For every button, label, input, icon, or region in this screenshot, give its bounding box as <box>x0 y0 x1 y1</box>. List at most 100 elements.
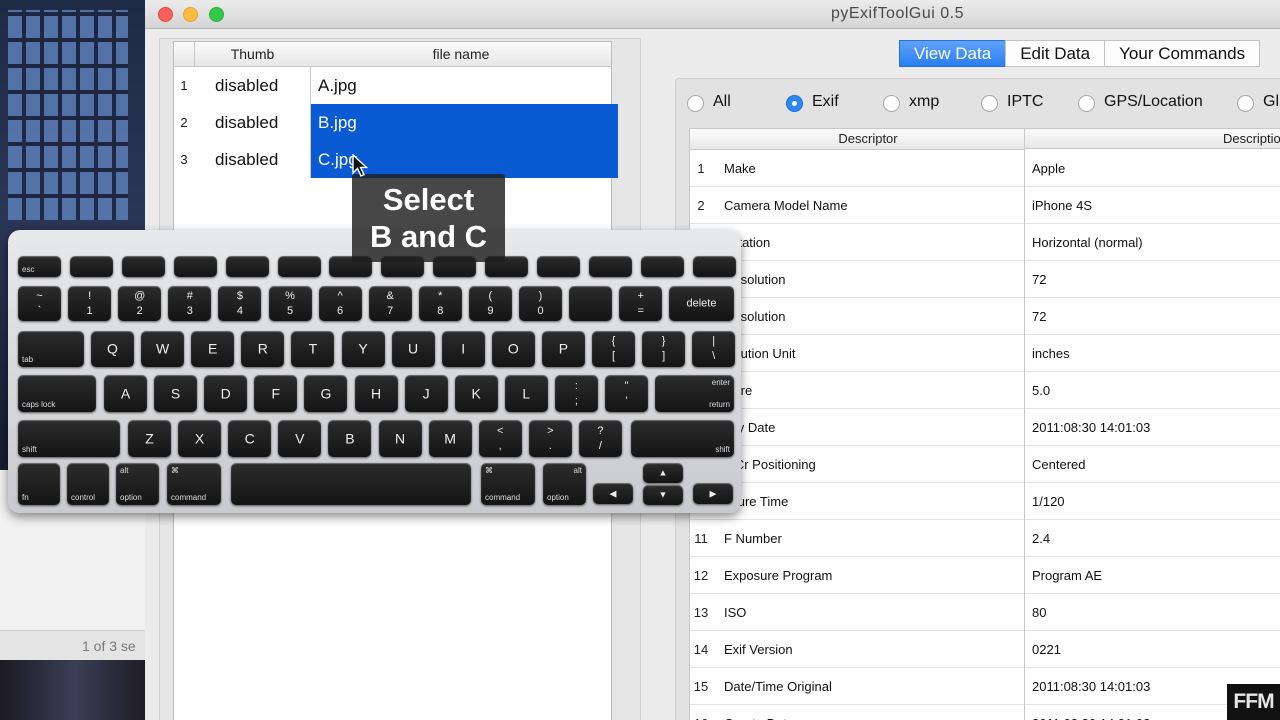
metadata-descriptor-cell: Resolution <box>724 298 1025 335</box>
metadata-row[interactable]: 14 Exif Version 0221 <box>690 631 1280 668</box>
function-key <box>121 256 165 277</box>
metadata-row[interactable]: b Cr Positioning Centered <box>690 446 1280 483</box>
metadata-row[interactable]: Resolution 72 <box>690 261 1280 298</box>
metadata-row[interactable]: 15 Date/Time Original 2011:08:30 14:01:03 <box>690 668 1280 705</box>
key-legend: B <box>345 430 355 446</box>
key-legend: J <box>422 385 430 401</box>
tab-edit-data[interactable]: Edit Data <box>1005 40 1106 67</box>
filename-column-header[interactable]: file name <box>311 42 611 67</box>
right-command-key: ⌘ command <box>481 463 535 505</box>
metadata-row[interactable]: Resolution 72 <box>690 298 1280 335</box>
file-name-cell[interactable]: A.jpg <box>311 67 618 104</box>
metadata-row-number: 12 <box>693 568 709 583</box>
metadata-row[interactable]: osure Time 1/120 <box>690 483 1280 520</box>
file-row-number: 1 <box>180 78 188 93</box>
key-legend: return <box>709 400 730 409</box>
letter-key: B <box>328 420 372 457</box>
key-legend: M <box>444 430 456 446</box>
key-legend: I <box>461 340 466 357</box>
metadata-row[interactable]: ware 5.0 <box>690 372 1280 409</box>
metadata-descriptor-cell: entation <box>724 224 1025 261</box>
metadata-table[interactable]: Descriptor Description 1 Make Apple 2 Camera… <box>689 128 1280 720</box>
key-legend: ' <box>625 394 628 407</box>
letter-key: U <box>391 331 435 367</box>
metadata-descriptor-cell: osure Time <box>724 483 1025 520</box>
left-option-key: alt option <box>116 463 159 505</box>
metadata-row-number: 15 <box>693 679 709 694</box>
metadata-row[interactable]: 1 Make Apple <box>690 150 1280 187</box>
metadata-descriptor-cell: ware <box>724 372 1025 409</box>
letter-key: H <box>354 375 398 412</box>
key-shift-legend: ? <box>597 424 604 437</box>
letter-key: X <box>178 420 222 457</box>
key-legend: delete <box>686 297 717 309</box>
tab-bar: View Data Edit Data Your Commands <box>899 40 1261 67</box>
number-key: % 5 <box>268 286 312 321</box>
function-key <box>588 256 632 277</box>
left-command-key: ⌘ command <box>167 463 221 505</box>
key-legend: F <box>271 385 281 401</box>
letter-key: :; <box>554 375 598 412</box>
metadata-row[interactable]: solution Unit inches <box>690 335 1280 372</box>
key-legend: control <box>71 493 96 502</box>
descriptor-column-header[interactable]: Descriptor <box>712 129 1025 150</box>
file-row[interactable]: 3 disabled C.jpg <box>174 141 618 178</box>
key-legend: 8 <box>437 304 444 317</box>
key-shift-legend: @ <box>134 289 146 302</box>
letter-key: K <box>454 375 498 412</box>
watermark-logo: FFM <box>1227 684 1280 720</box>
metadata-row[interactable]: 16Create Date2011:08:30 14:01:03 <box>690 705 1280 720</box>
metadata-row[interactable]: entation Horizontal (normal) <box>690 224 1280 261</box>
metadata-value-cell: 2011:08:30 14:01:03 <box>1032 420 1151 435</box>
function-key <box>225 256 269 277</box>
key-legend: ; <box>574 394 578 407</box>
metadata-row-number: 16 <box>690 705 712 720</box>
metadata-value-cell: Centered <box>1032 457 1086 472</box>
letter-key: >. <box>528 420 572 457</box>
finder-status-text: 1 of 3 se <box>0 630 150 660</box>
key-legend: 4 <box>236 304 243 317</box>
right-arrow-key: ▶ <box>693 483 733 504</box>
letter-key: J <box>404 375 448 412</box>
letter-key: I <box>441 331 485 367</box>
metadata-row[interactable]: 12 Exposure Program Program AE <box>690 557 1280 594</box>
letter-key: L <box>504 375 548 412</box>
file-row[interactable]: 2 disabled B.jpg <box>174 104 618 141</box>
tab-your-commands[interactable]: Your Commands <box>1104 40 1261 67</box>
key-legend: W <box>155 340 170 357</box>
left-arrow-key: ◀ <box>593 483 633 504</box>
metadata-row[interactable]: 11 F Number 2.4 <box>690 520 1280 557</box>
key-legend: P <box>558 340 569 357</box>
tab-view-data[interactable]: View Data <box>899 40 1007 67</box>
metadata-row-number: 1 <box>697 161 705 176</box>
metadata-descriptor-cell: b Cr Positioning <box>724 446 1025 483</box>
metadata-row[interactable]: 2 Camera Model Name iPhone 4S <box>690 187 1280 224</box>
metadata-descriptor-cell: Exif Version <box>724 631 1025 668</box>
letter-key: T <box>291 331 335 367</box>
key-legend: R <box>257 340 268 357</box>
metadata-row[interactable]: dify Date 2011:08:30 14:01:03 <box>690 409 1280 446</box>
key-legend: , <box>498 439 502 452</box>
key-shift-legend: < <box>496 424 504 437</box>
key-legend: O <box>507 340 519 357</box>
key-legend: ▶ <box>709 488 717 498</box>
number-key: ) 0 <box>519 286 562 321</box>
key-legend: ▲ <box>658 467 668 478</box>
description-column-header[interactable]: Description <box>1025 129 1280 149</box>
metadata-row-number: 14 <box>693 642 709 657</box>
thumb-column-header[interactable]: Thumb <box>194 42 312 67</box>
metadata-row[interactable]: 13 ISO 80 <box>690 594 1280 631</box>
letter-key: A <box>104 375 147 412</box>
metadata-descriptor-cell: Resolution <box>724 261 1025 298</box>
file-row[interactable]: 1 disabled A.jpg <box>174 67 611 104</box>
key-legend: K <box>471 385 481 401</box>
number-key: * 8 <box>418 286 462 321</box>
letter-key: }] <box>642 331 686 367</box>
file-name-cell[interactable]: B.jpg <box>311 104 618 141</box>
metadata-value-cell: Program AE <box>1032 568 1103 583</box>
metadata-value-cell: Apple <box>1032 161 1066 176</box>
key-shift-legend: * <box>438 289 443 302</box>
key-legend: fn <box>22 493 29 502</box>
key-legend: Q <box>107 340 118 357</box>
metadata-value-cell: iPhone 4S <box>1032 198 1092 213</box>
